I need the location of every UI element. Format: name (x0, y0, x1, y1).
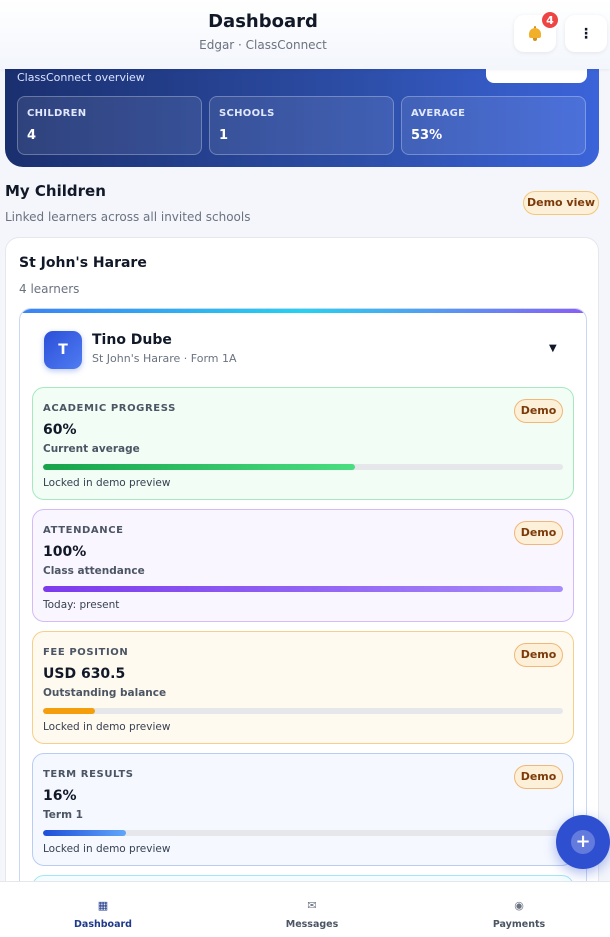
school-name: St John's Harare (19, 255, 147, 271)
progress-track (43, 830, 563, 836)
section-subtitle: Linked learners across all invited schoo… (5, 210, 251, 224)
mail-icon: ✉ (307, 899, 317, 912)
progress-track (43, 464, 563, 470)
more-options-button[interactable]: ⋮ (565, 15, 607, 52)
nav-payments[interactable]: ◉ Payments (449, 882, 589, 937)
metric-title: FEE POSITION (43, 647, 129, 658)
stat-children: CHILDREN 4 (17, 96, 202, 155)
stat-value: 53% (411, 128, 443, 143)
section-title: My Children (5, 182, 106, 200)
progress-track (43, 586, 563, 592)
stat-label: SCHOOLS (219, 108, 275, 119)
child-card[interactable]: T Tino Dube St John's Harare · Form 1A ▼… (19, 308, 587, 896)
learner-count: 4 learners (19, 282, 80, 296)
metric-subtitle: Outstanding balance (43, 687, 167, 699)
app-header: Dashboard Edgar · ClassConnect 4 ⋮ (0, 0, 610, 69)
add-fab-button[interactable]: + (556, 815, 610, 869)
metric-footnote: Locked in demo preview (43, 721, 171, 733)
stat-label: CHILDREN (27, 108, 87, 119)
progress-fill (43, 708, 95, 714)
notifications-button[interactable]: 4 (514, 10, 560, 52)
metric-academic-progress[interactable]: ACADEMIC PROGRESS 60% Current average Lo… (32, 387, 574, 500)
nav-label: Dashboard (74, 919, 132, 930)
stat-schools: SCHOOLS 1 (209, 96, 394, 155)
demo-badge: Demo (514, 399, 563, 423)
metric-subtitle: Class attendance (43, 565, 145, 577)
demo-badge: Demo (514, 643, 563, 667)
avatar: T (44, 331, 82, 369)
metric-subtitle: Term 1 (43, 809, 83, 821)
plus-icon: + (571, 830, 595, 854)
vertical-dots-icon: ⋮ (579, 25, 593, 42)
demo-badge: Demo (514, 765, 563, 789)
child-meta: St John's Harare · Form 1A (92, 352, 237, 365)
progress-track (43, 708, 563, 714)
chevron-down-icon[interactable]: ▼ (549, 343, 557, 354)
metric-value: 60% (43, 422, 77, 438)
nav-dashboard[interactable]: ▦ Dashboard (33, 882, 173, 937)
child-name: Tino Dube (92, 332, 172, 348)
metric-attendance[interactable]: ATTENDANCE 100% Class attendance Today: … (32, 509, 574, 622)
stat-average: AVERAGE 53% (401, 96, 586, 155)
metric-value: 16% (43, 788, 77, 804)
progress-fill (43, 464, 355, 470)
nav-messages[interactable]: ✉ Messages (242, 882, 382, 937)
metric-footnote: Locked in demo preview (43, 477, 171, 489)
metric-subtitle: Current average (43, 443, 140, 455)
nav-label: Messages (285, 919, 339, 930)
metric-footnote: Locked in demo preview (43, 843, 171, 855)
card-accent-bar (20, 309, 586, 313)
stat-value: 4 (27, 128, 37, 143)
page-title: Dashboard (208, 11, 318, 32)
page-subtitle: Edgar · ClassConnect (199, 38, 327, 52)
progress-fill (43, 586, 563, 592)
overview-label: ClassConnect overview (17, 71, 145, 84)
payments-icon: ◉ (514, 899, 524, 912)
metric-value: 100% (43, 544, 87, 560)
bell-icon (528, 26, 542, 41)
metric-footnote: Today: present (43, 599, 120, 611)
metric-value: USD 630.5 (43, 666, 126, 682)
metric-term-results[interactable]: TERM RESULTS 16% Term 1 Locked in demo p… (32, 753, 574, 866)
notification-count-badge: 4 (540, 10, 560, 30)
demo-badge: Demo (514, 521, 563, 545)
metric-title: TERM RESULTS (43, 769, 134, 780)
dashboard-icon: ▦ (97, 899, 109, 912)
stat-label: AVERAGE (411, 108, 466, 119)
school-card: St John's Harare 4 learners T Tino Dube … (5, 237, 599, 897)
stat-value: 1 (219, 128, 229, 143)
nav-label: Payments (492, 919, 546, 930)
metric-title: ACADEMIC PROGRESS (43, 403, 176, 414)
metric-fee-position[interactable]: FEE POSITION USD 630.5 Outstanding balan… (32, 631, 574, 744)
progress-fill (43, 830, 127, 836)
metric-title: ATTENDANCE (43, 525, 124, 536)
bottom-nav: ▦ Dashboard ✉ Messages ◉ Payments (0, 881, 610, 937)
demo-view-badge: Demo view (523, 191, 599, 215)
